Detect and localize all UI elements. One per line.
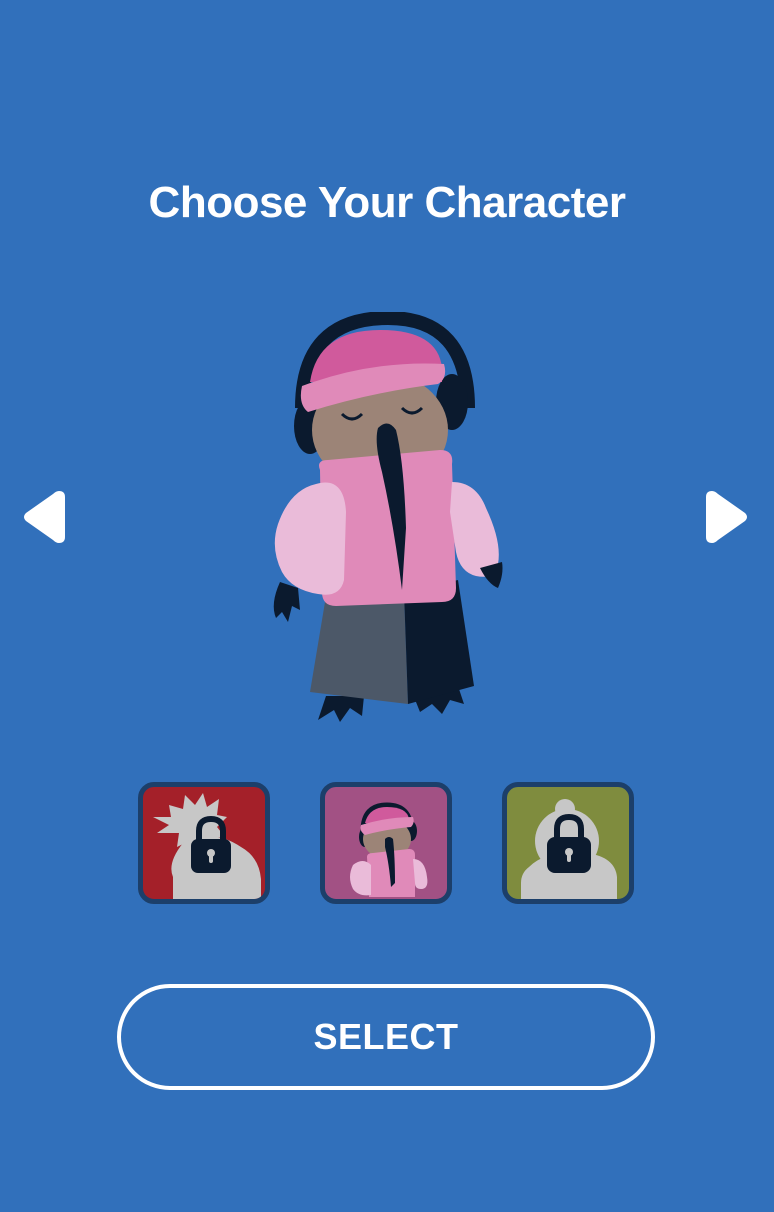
kiwi-character-thumbnail xyxy=(350,802,428,897)
selected-character-illustration xyxy=(262,310,512,732)
character-slot-locked-green[interactable] xyxy=(502,782,634,904)
character-slot-selected-pink[interactable] xyxy=(320,782,452,904)
next-character-button[interactable] xyxy=(704,487,752,547)
triangle-left-icon xyxy=(24,491,65,543)
select-button[interactable]: SELECT xyxy=(117,984,655,1090)
kiwi-character-figure xyxy=(273,310,503,722)
triangle-right-icon xyxy=(706,491,747,543)
character-slot-locked-red[interactable] xyxy=(138,782,270,904)
previous-character-button[interactable] xyxy=(19,487,67,547)
screen-title: Choose Your Character xyxy=(148,178,626,227)
